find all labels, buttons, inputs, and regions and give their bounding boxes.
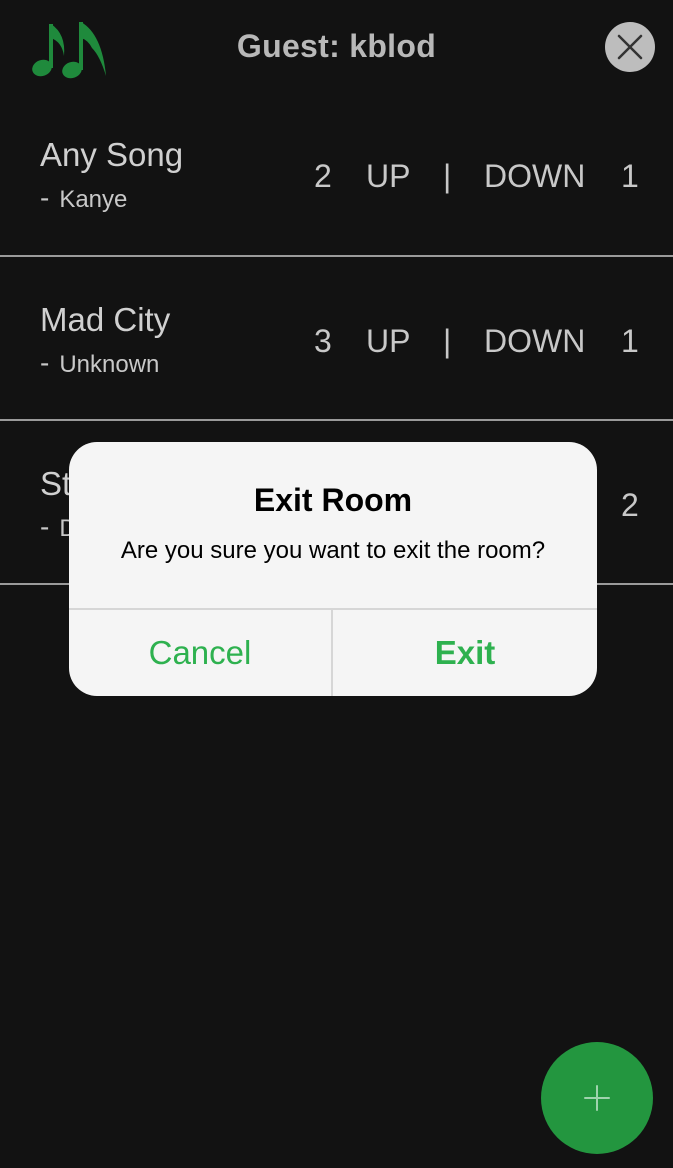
song-title: Any Song <box>40 136 184 173</box>
song-title: Mad City <box>40 301 171 338</box>
vote-separator: | <box>443 158 452 194</box>
downvote-button[interactable]: DOWN <box>484 323 585 360</box>
down-vote-count: 1 <box>621 158 639 194</box>
downvote-button[interactable]: DOWN <box>484 158 585 195</box>
header: Guest: kblod <box>0 0 673 92</box>
cancel-button[interactable]: Cancel <box>69 610 331 696</box>
up-vote-count: 3 <box>314 323 332 359</box>
page-title: Guest: kblod <box>236 28 437 64</box>
up-vote-count: 2 <box>314 158 332 194</box>
exit-button[interactable]: Exit <box>333 610 597 696</box>
down-vote-count: 1 <box>621 323 639 359</box>
dialog-message: Are you sure you want to exit the room? <box>120 537 546 564</box>
artist-dash: - <box>40 511 50 542</box>
down-vote-count: 2 <box>621 487 639 523</box>
song-title: St <box>40 465 72 502</box>
add-song-button[interactable] <box>541 1042 653 1154</box>
song-row: Mad City - Unknown 3 UP | DOWN 1 <box>0 257 673 421</box>
artist-dash: - <box>40 347 50 378</box>
app-screen: Guest: kblod Any Song - Kanye 2 UP | DOWN… <box>0 0 673 1168</box>
upvote-button[interactable]: UP <box>366 158 410 195</box>
artist-dash: - <box>40 182 50 213</box>
upvote-button[interactable]: UP <box>366 323 410 360</box>
plus-icon <box>584 1085 610 1111</box>
song-row: Any Song - Kanye 2 UP | DOWN 1 <box>0 92 673 257</box>
song-artist: - Kanye <box>40 182 127 214</box>
artist-name: Unknown <box>59 351 160 378</box>
exit-room-dialog: Exit Room Are you sure you want to exit … <box>69 442 597 696</box>
close-icon <box>617 34 643 60</box>
song-artist: - Unknown <box>40 347 159 379</box>
vote-separator: | <box>443 323 452 359</box>
artist-name: Kanye <box>59 186 128 213</box>
dialog-title: Exit Room <box>253 482 413 518</box>
close-button[interactable] <box>605 22 655 72</box>
